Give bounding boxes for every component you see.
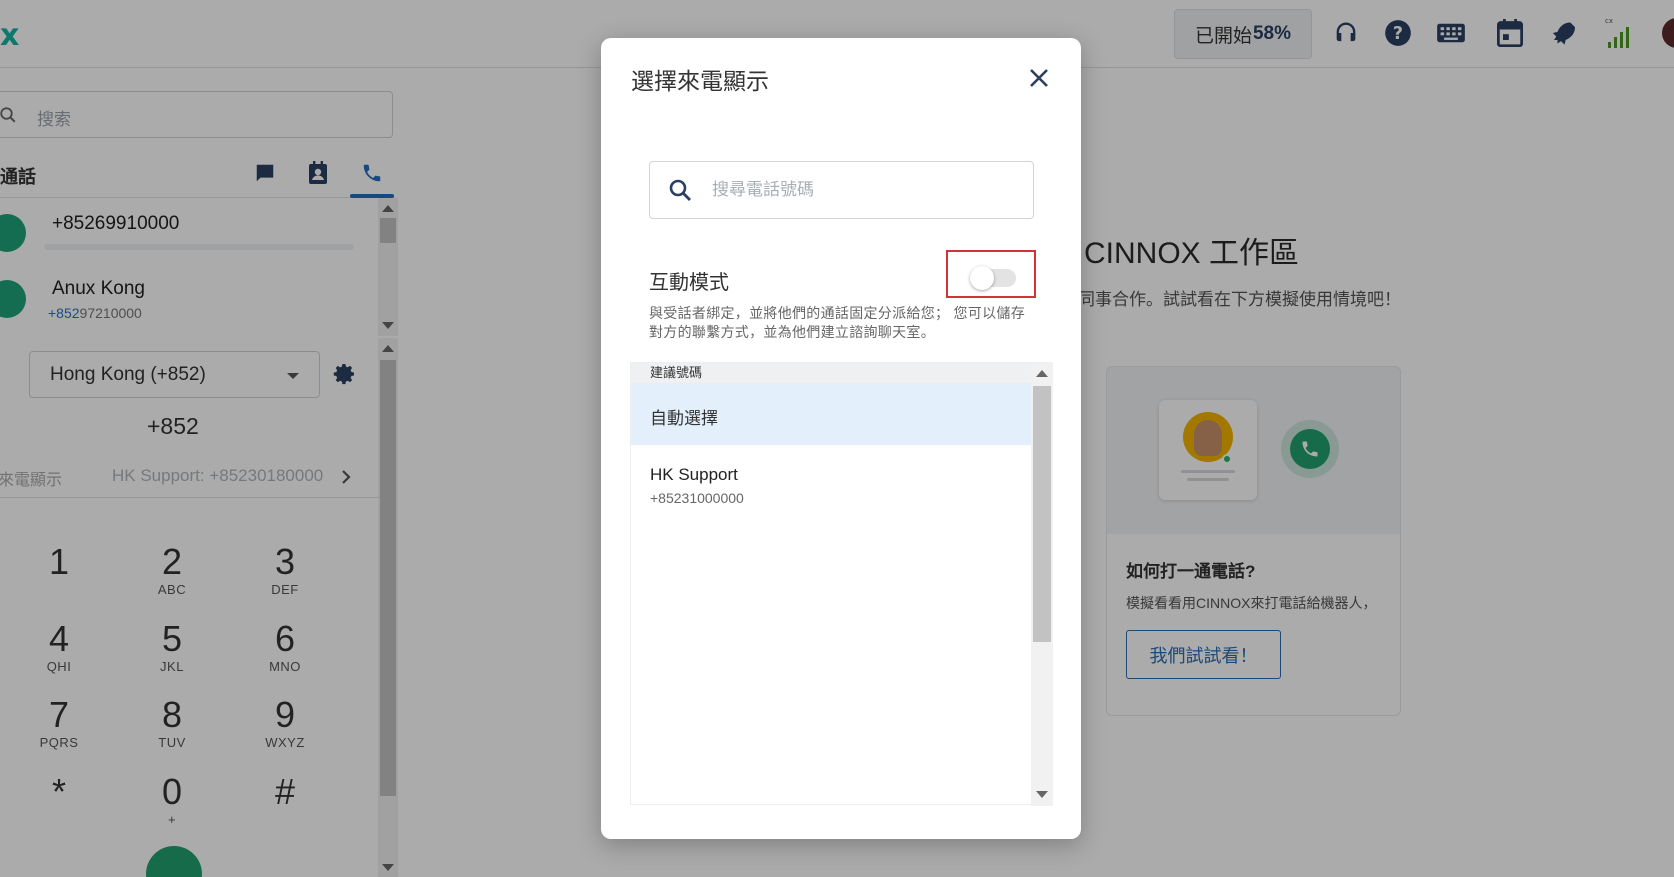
- option-label: HK Support: [650, 465, 738, 484]
- interactive-mode-toggle[interactable]: [970, 266, 1016, 290]
- list-scrollbar[interactable]: [1031, 363, 1053, 806]
- close-icon: [1030, 69, 1048, 87]
- caller-id-dialog: 選擇來電顯示 互動模式 與受話者綁定，並將他們的通話固定分派給您； 您可以儲存對…: [601, 38, 1081, 839]
- app-root: x 已開始 58% ? cx 搜索 通話 +85269910000 Anux K…: [0, 0, 1674, 877]
- suggested-numbers-list: 建議號碼 自動選擇 HK Support +85231000000: [630, 362, 1053, 806]
- option-label: 自動選擇: [650, 409, 718, 428]
- dialog-title: 選擇來電顯示: [631, 68, 769, 94]
- close-button[interactable]: [1022, 61, 1056, 95]
- scroll-thumb[interactable]: [1033, 386, 1051, 642]
- option-auto-select[interactable]: 自動選擇: [631, 383, 1031, 445]
- scroll-down-arrow[interactable]: [1036, 791, 1048, 798]
- scroll-up-arrow[interactable]: [1036, 370, 1048, 377]
- phone-search-field[interactable]: [649, 161, 1034, 219]
- interactive-mode-description: 與受話者綁定，並將他們的通話固定分派給您； 您可以儲存對方的聯繫方式，並為他們建…: [649, 305, 1025, 340]
- toggle-knob: [970, 266, 994, 290]
- list-header: 建議號碼: [631, 363, 1031, 383]
- phone-search-input[interactable]: [712, 176, 1012, 204]
- option-hk-support[interactable]: HK Support +85231000000: [631, 445, 1031, 515]
- option-number: +85231000000: [650, 490, 744, 506]
- search-icon: [669, 179, 691, 201]
- interactive-mode-label: 互動模式: [649, 272, 729, 294]
